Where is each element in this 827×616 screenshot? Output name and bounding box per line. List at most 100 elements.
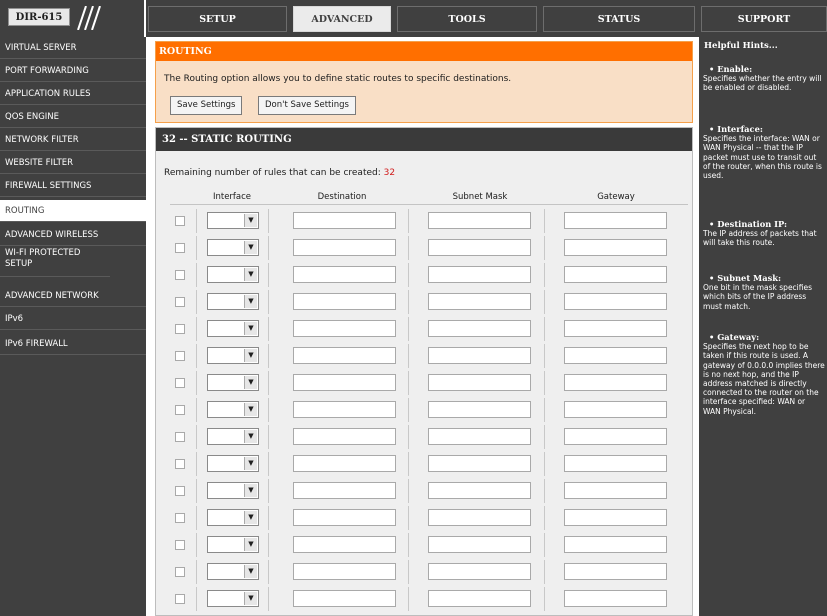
destination-input[interactable] xyxy=(293,482,396,499)
subnet-mask-input[interactable] xyxy=(428,428,531,445)
destination-input[interactable] xyxy=(293,266,396,283)
tab-advanced[interactable]: ADVANCED xyxy=(293,6,391,32)
gateway-input[interactable] xyxy=(564,563,667,580)
interface-select[interactable]: ▼ xyxy=(207,509,259,526)
subnet-mask-input[interactable] xyxy=(428,536,531,553)
save-settings-button[interactable]: Save Settings xyxy=(170,96,243,115)
gateway-input[interactable] xyxy=(564,590,667,607)
gateway-input[interactable] xyxy=(564,374,667,391)
gateway-input[interactable] xyxy=(564,455,667,472)
destination-input[interactable] xyxy=(293,239,396,256)
gateway-input[interactable] xyxy=(564,482,667,499)
gateway-input[interactable] xyxy=(564,536,667,553)
enable-checkbox[interactable] xyxy=(175,405,185,415)
enable-checkbox[interactable] xyxy=(175,486,185,496)
dropdown-arrow-icon[interactable]: ▼ xyxy=(244,565,257,578)
tab-status[interactable]: STATUS xyxy=(543,6,695,32)
sidebar-item-website-filter[interactable]: WEBSITE FILTER xyxy=(0,152,146,174)
enable-checkbox[interactable] xyxy=(175,324,185,334)
dropdown-arrow-icon[interactable]: ▼ xyxy=(244,592,257,605)
dropdown-arrow-icon[interactable]: ▼ xyxy=(244,268,257,281)
sidebar-item-ipv6-firewall[interactable]: IPv6 FIREWALL xyxy=(0,333,146,355)
destination-input[interactable] xyxy=(293,293,396,310)
destination-input[interactable] xyxy=(293,509,396,526)
enable-checkbox[interactable] xyxy=(175,567,185,577)
enable-checkbox[interactable] xyxy=(175,432,185,442)
destination-input[interactable] xyxy=(293,374,396,391)
subnet-mask-input[interactable] xyxy=(428,374,531,391)
sidebar-item-network-filter[interactable]: NETWORK FILTER xyxy=(0,129,146,151)
subnet-mask-input[interactable] xyxy=(428,509,531,526)
destination-input[interactable] xyxy=(293,590,396,607)
interface-select[interactable]: ▼ xyxy=(207,482,259,499)
tab-setup[interactable]: SETUP xyxy=(148,6,287,32)
sidebar-item-routing[interactable]: ROUTING xyxy=(0,200,146,222)
interface-select[interactable]: ▼ xyxy=(207,239,259,256)
subnet-mask-input[interactable] xyxy=(428,482,531,499)
gateway-input[interactable] xyxy=(564,266,667,283)
sidebar-item-advanced-wireless[interactable]: ADVANCED WIRELESS xyxy=(0,224,146,246)
subnet-mask-input[interactable] xyxy=(428,266,531,283)
dropdown-arrow-icon[interactable]: ▼ xyxy=(244,241,257,254)
gateway-input[interactable] xyxy=(564,320,667,337)
enable-checkbox[interactable] xyxy=(175,513,185,523)
subnet-mask-input[interactable] xyxy=(428,212,531,229)
tab-tools[interactable]: TOOLS xyxy=(397,6,537,32)
subnet-mask-input[interactable] xyxy=(428,401,531,418)
dropdown-arrow-icon[interactable]: ▼ xyxy=(244,484,257,497)
enable-checkbox[interactable] xyxy=(175,594,185,604)
dropdown-arrow-icon[interactable]: ▼ xyxy=(244,376,257,389)
sidebar-item-application-rules[interactable]: APPLICATION RULES xyxy=(0,83,146,105)
gateway-input[interactable] xyxy=(564,239,667,256)
sidebar-item-qos-engine[interactable]: QOS ENGINE xyxy=(0,106,146,128)
dont-save-settings-button[interactable]: Don't Save Settings xyxy=(258,96,356,115)
interface-select[interactable]: ▼ xyxy=(207,563,259,580)
destination-input[interactable] xyxy=(293,428,396,445)
interface-select[interactable]: ▼ xyxy=(207,212,259,229)
destination-input[interactable] xyxy=(293,212,396,229)
destination-input[interactable] xyxy=(293,455,396,472)
dropdown-arrow-icon[interactable]: ▼ xyxy=(244,214,257,227)
enable-checkbox[interactable] xyxy=(175,378,185,388)
dropdown-arrow-icon[interactable]: ▼ xyxy=(244,430,257,443)
gateway-input[interactable] xyxy=(564,428,667,445)
gateway-input[interactable] xyxy=(564,401,667,418)
dropdown-arrow-icon[interactable]: ▼ xyxy=(244,403,257,416)
enable-checkbox[interactable] xyxy=(175,243,185,253)
subnet-mask-input[interactable] xyxy=(428,239,531,256)
subnet-mask-input[interactable] xyxy=(428,590,531,607)
interface-select[interactable]: ▼ xyxy=(207,428,259,445)
destination-input[interactable] xyxy=(293,536,396,553)
gateway-input[interactable] xyxy=(564,212,667,229)
interface-select[interactable]: ▼ xyxy=(207,293,259,310)
interface-select[interactable]: ▼ xyxy=(207,536,259,553)
dropdown-arrow-icon[interactable]: ▼ xyxy=(244,295,257,308)
subnet-mask-input[interactable] xyxy=(428,455,531,472)
enable-checkbox[interactable] xyxy=(175,351,185,361)
gateway-input[interactable] xyxy=(564,293,667,310)
tab-support[interactable]: SUPPORT xyxy=(701,6,827,32)
enable-checkbox[interactable] xyxy=(175,297,185,307)
destination-input[interactable] xyxy=(293,347,396,364)
sidebar-item-wifi-protected-setup[interactable]: WI-FI PROTECTED SETUP xyxy=(0,247,110,277)
destination-input[interactable] xyxy=(293,320,396,337)
subnet-mask-input[interactable] xyxy=(428,347,531,364)
sidebar-item-ipv6[interactable]: IPv6 xyxy=(0,308,146,330)
enable-checkbox[interactable] xyxy=(175,540,185,550)
destination-input[interactable] xyxy=(293,401,396,418)
dropdown-arrow-icon[interactable]: ▼ xyxy=(244,322,257,335)
sidebar-item-virtual-server[interactable]: VIRTUAL SERVER xyxy=(0,37,146,59)
gateway-input[interactable] xyxy=(564,347,667,364)
enable-checkbox[interactable] xyxy=(175,270,185,280)
interface-select[interactable]: ▼ xyxy=(207,401,259,418)
interface-select[interactable]: ▼ xyxy=(207,266,259,283)
subnet-mask-input[interactable] xyxy=(428,293,531,310)
interface-select[interactable]: ▼ xyxy=(207,455,259,472)
subnet-mask-input[interactable] xyxy=(428,563,531,580)
interface-select[interactable]: ▼ xyxy=(207,320,259,337)
subnet-mask-input[interactable] xyxy=(428,320,531,337)
enable-checkbox[interactable] xyxy=(175,216,185,226)
sidebar-item-firewall-settings[interactable]: FIREWALL SETTINGS xyxy=(0,175,146,197)
interface-select[interactable]: ▼ xyxy=(207,347,259,364)
destination-input[interactable] xyxy=(293,563,396,580)
